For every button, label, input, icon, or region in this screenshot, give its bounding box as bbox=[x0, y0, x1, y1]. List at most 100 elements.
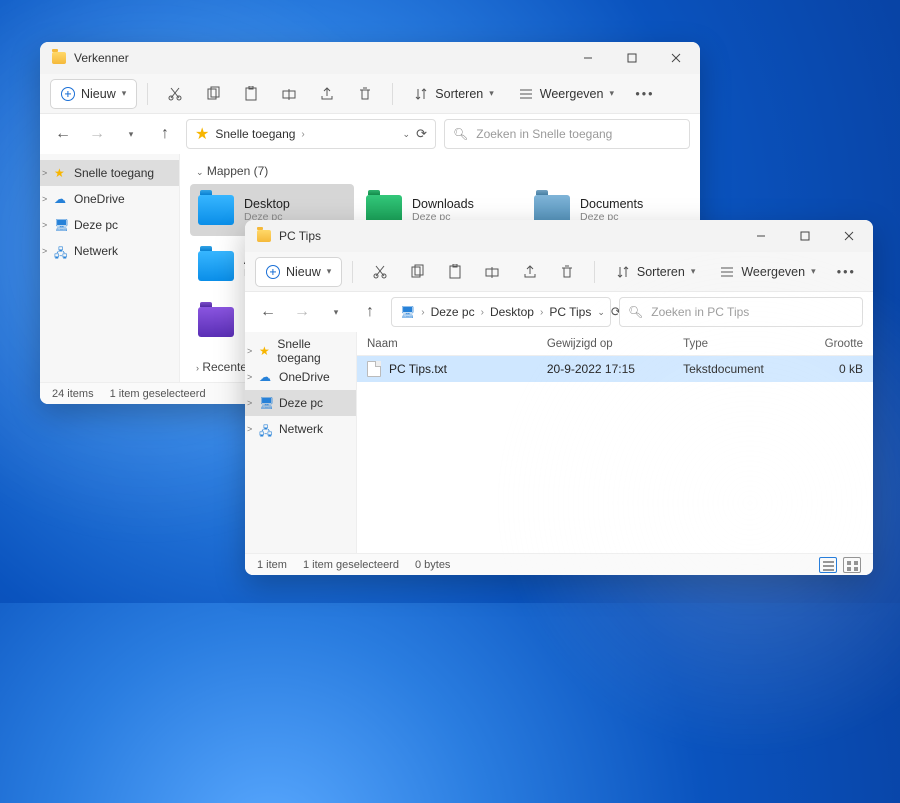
large-icons-view-button[interactable] bbox=[843, 557, 861, 573]
sidebar-item[interactable]: >🖧Netwerk bbox=[245, 416, 356, 442]
sidebar-item[interactable]: >☁OneDrive bbox=[40, 186, 179, 212]
plus-icon bbox=[266, 265, 280, 279]
sidebar-item[interactable]: >★Snelle toegang bbox=[245, 338, 356, 364]
search-field[interactable]: 🔍︎ bbox=[619, 297, 863, 327]
paste-button[interactable] bbox=[438, 257, 471, 287]
col-size[interactable]: Grootte bbox=[795, 338, 873, 350]
file-list: PC Tips.txt20-9-2022 17:15Tekstdocument0… bbox=[357, 356, 873, 382]
file-type: Tekstdocument bbox=[673, 362, 795, 376]
paste-button[interactable] bbox=[234, 79, 268, 109]
col-type[interactable]: Type bbox=[673, 338, 795, 350]
breadcrumb[interactable]: 🖥 › Deze pc › Desktop › PC Tips ⌄ ⟳ bbox=[391, 297, 611, 327]
more-button[interactable]: ••• bbox=[628, 79, 662, 109]
search-input[interactable] bbox=[476, 127, 681, 141]
new-button[interactable]: Nieuw ▾ bbox=[255, 257, 342, 287]
recent-locations-button[interactable]: ▾ bbox=[118, 121, 144, 147]
copy-button[interactable] bbox=[401, 257, 434, 287]
network-icon: 🖧 bbox=[54, 244, 68, 258]
sidebar-item[interactable]: >🖥Deze pc bbox=[245, 390, 356, 416]
up-button[interactable]: ↑ bbox=[152, 121, 178, 147]
back-button[interactable]: ← bbox=[50, 121, 76, 147]
cut-button[interactable] bbox=[158, 79, 192, 109]
view-label: Weergeven bbox=[540, 87, 604, 101]
folder-icon bbox=[257, 230, 271, 242]
cloud-icon: ☁ bbox=[259, 370, 273, 384]
titlebar[interactable]: PC Tips bbox=[245, 220, 873, 252]
delete-button[interactable] bbox=[348, 79, 382, 109]
search-icon: 🔍︎ bbox=[628, 305, 643, 319]
chevron-down-icon: ⌄ bbox=[196, 167, 204, 177]
maximize-button[interactable] bbox=[783, 220, 827, 252]
view-button[interactable]: Weergeven ▾ bbox=[508, 79, 624, 109]
folder-icon bbox=[198, 195, 234, 225]
maximize-button[interactable] bbox=[610, 42, 654, 74]
rename-button[interactable] bbox=[476, 257, 509, 287]
breadcrumb-item[interactable]: Snelle toegang bbox=[215, 127, 295, 141]
refresh-button[interactable]: ⟳ bbox=[416, 126, 427, 142]
minimize-button[interactable] bbox=[566, 42, 610, 74]
plus-icon bbox=[61, 87, 75, 101]
share-button[interactable] bbox=[310, 79, 344, 109]
delete-button[interactable] bbox=[550, 257, 583, 287]
more-button[interactable]: ••• bbox=[830, 257, 863, 287]
forward-button[interactable]: → bbox=[84, 121, 110, 147]
close-button[interactable] bbox=[827, 220, 871, 252]
column-headers[interactable]: Naam Gewijzigd op Type Grootte bbox=[357, 332, 873, 356]
section-header[interactable]: ⌄ Mappen (7) bbox=[180, 154, 700, 184]
separator bbox=[147, 83, 148, 105]
breadcrumb[interactable]: ★ Snelle toegang › ⌄ ⟳ bbox=[186, 119, 436, 149]
breadcrumb-item[interactable]: PC Tips bbox=[549, 305, 591, 319]
file-size: 0 kB bbox=[795, 362, 873, 376]
separator bbox=[594, 261, 595, 283]
close-button[interactable] bbox=[654, 42, 698, 74]
sidebar-item[interactable]: >☁OneDrive bbox=[245, 364, 356, 390]
titlebar[interactable]: Verkenner bbox=[40, 42, 700, 74]
chevron-down-icon[interactable]: ⌄ bbox=[597, 307, 605, 318]
main-pane: Naam Gewijzigd op Type Grootte PC Tips.t… bbox=[357, 332, 873, 553]
back-button[interactable]: ← bbox=[255, 299, 281, 325]
sidebar-item[interactable]: >★Snelle toegang bbox=[40, 160, 179, 186]
file-row[interactable]: PC Tips.txt20-9-2022 17:15Tekstdocument0… bbox=[357, 356, 873, 382]
folder-icon bbox=[198, 251, 234, 281]
sidebar-item-label: Netwerk bbox=[279, 422, 323, 436]
sort-label: Sorteren bbox=[435, 87, 483, 101]
chevron-down-icon: ▾ bbox=[609, 88, 614, 99]
chevron-right-icon: > bbox=[42, 168, 47, 178]
search-field[interactable]: 🔍︎ bbox=[444, 119, 690, 149]
sort-button[interactable]: Sorteren ▾ bbox=[403, 79, 503, 109]
new-button[interactable]: Nieuw ▾ bbox=[50, 79, 137, 109]
search-input[interactable] bbox=[651, 305, 854, 319]
recent-locations-button[interactable]: ▾ bbox=[323, 299, 349, 325]
star-icon: ★ bbox=[259, 344, 271, 358]
copy-button[interactable] bbox=[196, 79, 230, 109]
cut-button[interactable] bbox=[363, 257, 396, 287]
forward-button[interactable]: → bbox=[289, 299, 315, 325]
star-icon: ★ bbox=[54, 166, 68, 180]
status-selection: 1 item geselecteerd bbox=[303, 559, 399, 571]
view-button[interactable]: Weergeven ▾ bbox=[709, 257, 825, 287]
refresh-button[interactable]: ⟳ bbox=[611, 304, 622, 320]
chevron-down-icon[interactable]: ⌄ bbox=[403, 129, 411, 140]
sidebar-item[interactable]: >🖧Netwerk bbox=[40, 238, 179, 264]
rename-button[interactable] bbox=[272, 79, 306, 109]
cloud-icon: ☁ bbox=[54, 192, 68, 206]
breadcrumb-item[interactable]: Deze pc bbox=[431, 305, 475, 319]
details-view-button[interactable] bbox=[819, 557, 837, 573]
toolbar: Nieuw ▾ Sorteren ▾ Weergeven ▾ ••• bbox=[40, 74, 700, 114]
sort-button[interactable]: Sorteren ▾ bbox=[605, 257, 705, 287]
up-button[interactable]: ↑ bbox=[357, 299, 383, 325]
breadcrumb-item[interactable]: Desktop bbox=[490, 305, 534, 319]
status-selection: 1 item geselecteerd bbox=[110, 388, 206, 400]
folder-icon bbox=[198, 307, 234, 337]
new-label: Nieuw bbox=[81, 87, 116, 101]
minimize-button[interactable] bbox=[739, 220, 783, 252]
share-button[interactable] bbox=[513, 257, 546, 287]
chevron-right-icon: > bbox=[247, 424, 252, 434]
col-name[interactable]: Naam bbox=[357, 338, 537, 350]
sidebar-item[interactable]: >🖥Deze pc bbox=[40, 212, 179, 238]
sidebar-item-label: Deze pc bbox=[279, 396, 323, 410]
col-date[interactable]: Gewijzigd op bbox=[537, 338, 673, 350]
chevron-down-icon: ▾ bbox=[811, 266, 816, 277]
sidebar-item-label: Deze pc bbox=[74, 218, 118, 232]
status-bytes: 0 bytes bbox=[415, 559, 450, 571]
